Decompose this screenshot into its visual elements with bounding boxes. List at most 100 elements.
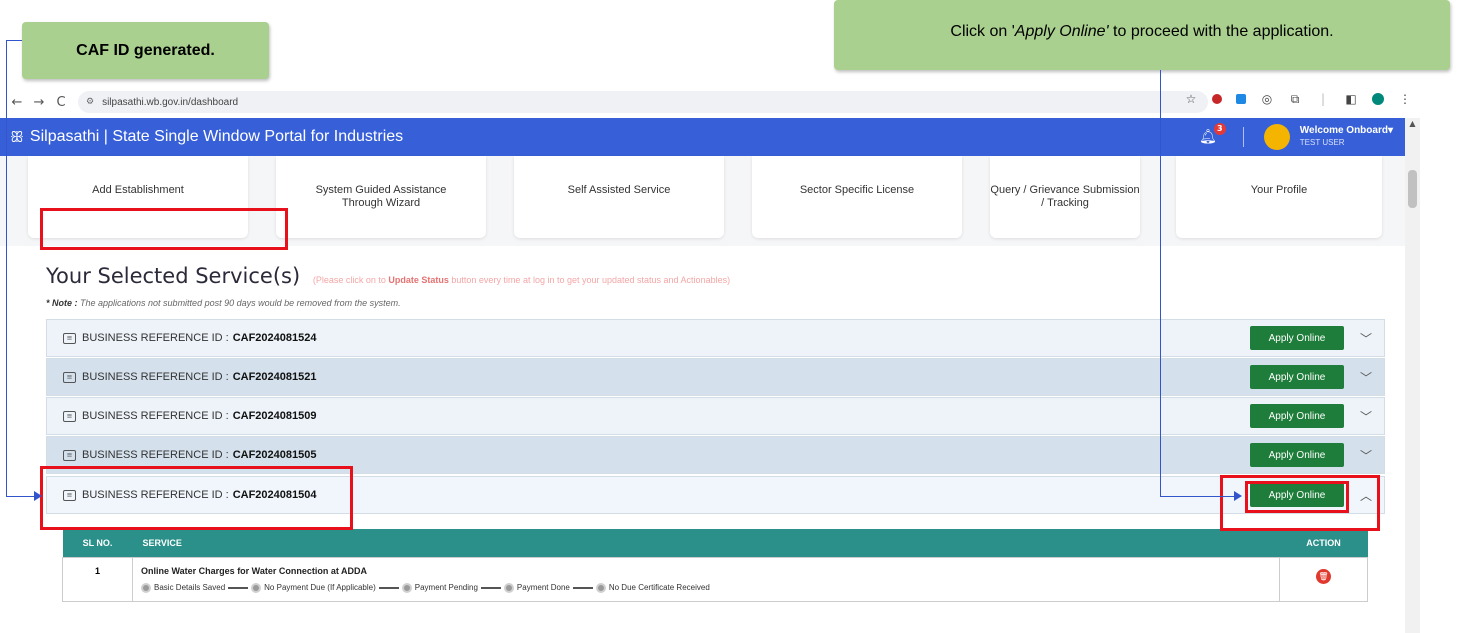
connector-line [6, 40, 7, 496]
sidepanel-icon[interactable]: ◧ [1344, 92, 1358, 106]
profile-icon[interactable] [1372, 93, 1384, 105]
extensions-puzzle-icon[interactable]: ⧉ [1288, 92, 1302, 106]
col-sl-no: SL NO. [62, 529, 133, 557]
card-guided-assistance[interactable]: System Guided Assistance Through Wizard [276, 156, 486, 238]
row-label: BUSINESS REFERENCE ID : [82, 449, 229, 461]
business-row[interactable]: ≡ BUSINESS REFERENCE ID : CAF2024081509 … [46, 397, 1385, 435]
callout-apply-suffix: to proceed with the application. [1108, 23, 1334, 40]
header-divider [1242, 127, 1244, 147]
portal-title: Silpasathi | State Single Window Portal … [29, 128, 404, 145]
scroll-up-icon[interactable]: ▲ [1405, 118, 1420, 130]
chevron-down-icon[interactable]: ﹀ [1360, 330, 1372, 347]
connector-line [6, 496, 36, 497]
menu-kebab-icon[interactable]: ⋮ [1398, 92, 1412, 106]
extension-icon[interactable] [1236, 94, 1246, 104]
apply-online-button[interactable]: Apply Online [1250, 365, 1344, 389]
status-step: Payment Pending [414, 583, 478, 592]
row-caf-id: CAF2024081521 [232, 371, 317, 383]
header-right: 🔔︎ 3 Welcome Onboard▾ TEST USER [1199, 123, 1393, 150]
apply-online-button[interactable]: Apply Online [1250, 443, 1344, 467]
browser-toolbar: ← → C ⚙ silpasathi.wb.gov.in/dashboard ☆… [0, 86, 1420, 118]
table-row: 1 Online Water Charges for Water Connect… [62, 556, 1368, 602]
brand[interactable]: ꕥ Silpasathi | State Single Window Porta… [0, 128, 403, 146]
bookmark-star-icon[interactable]: ☆ [1184, 92, 1198, 106]
section-note: * Note : The applications not submitted … [46, 298, 401, 308]
status-step: No Payment Due (If Applicable) [264, 583, 376, 592]
chevron-down-icon[interactable]: ﹀ [1360, 369, 1372, 386]
status-step: Payment Done [516, 583, 570, 592]
stage: ← → C ⚙ silpasathi.wb.gov.in/dashboard ☆… [0, 0, 1470, 633]
user-menu[interactable]: Welcome Onboard▾ TEST USER [1300, 125, 1393, 149]
step-dot-icon [251, 582, 262, 593]
card-query-grievance[interactable]: Query / Grievance Submission / Tracking [990, 156, 1140, 238]
silpasathi-logo-icon: ꕥ [10, 128, 24, 146]
col-service: SERVICE [132, 529, 1280, 557]
step-connector [378, 586, 399, 589]
welcome-text: Welcome Onboard [1299, 125, 1388, 136]
chevron-down-icon[interactable]: ﹀ [1360, 408, 1372, 425]
card-sector-license[interactable]: Sector Specific License [752, 156, 962, 238]
status-step: No Due Certificate Received [608, 583, 710, 592]
forward-button[interactable]: → [28, 95, 50, 110]
apply-online-button[interactable]: Apply Online [1250, 326, 1344, 350]
list-icon: ≡ [63, 371, 76, 383]
highlight-box-empty [40, 208, 288, 250]
row-label: BUSINESS REFERENCE ID : [82, 410, 229, 422]
reload-button[interactable]: C [50, 95, 72, 110]
callout-apply-prefix: Click on ' [950, 23, 1015, 40]
note-text: The applications not submitted post 90 d… [77, 298, 401, 308]
card-your-profile[interactable]: Your Profile [1176, 156, 1382, 238]
hint-text: (Please click on to [312, 275, 389, 285]
row-caf-id: CAF2024081509 [232, 410, 317, 422]
user-avatar[interactable] [1263, 124, 1290, 150]
row-caf-id: CAF2024081505 [232, 449, 317, 461]
extension-icon[interactable]: ◎ [1260, 92, 1274, 106]
status-tracker: Basic Details Saved No Payment Due (If A… [141, 582, 1271, 593]
card-self-assisted[interactable]: Self Assisted Service [514, 156, 724, 238]
col-action: ACTION [1279, 529, 1368, 557]
row-label: BUSINESS REFERENCE ID : [82, 371, 229, 383]
scrollbar-thumb[interactable] [1408, 170, 1417, 208]
connector-line [1160, 496, 1236, 497]
chevron-down-icon[interactable]: ﹀ [1360, 447, 1372, 464]
connector-line [6, 40, 22, 41]
delete-icon[interactable]: 🗑︎ [1316, 568, 1331, 584]
back-button[interactable]: ← [6, 95, 28, 110]
notification-bell-icon[interactable]: 🔔︎ 3 [1199, 123, 1226, 145]
hint-text-end: button every time at log in to get your … [448, 275, 731, 285]
cell-action: 🗑︎ [1279, 556, 1368, 602]
step-dot-icon [141, 582, 151, 593]
step-dot-icon [401, 582, 412, 593]
caret-down-icon: ▾ [1387, 125, 1393, 136]
business-row[interactable]: ≡ BUSINESS REFERENCE ID : CAF2024081524 … [46, 319, 1385, 357]
address-bar[interactable]: ⚙ silpasathi.wb.gov.in/dashboard [78, 91, 1208, 113]
notification-badge: 3 [1213, 123, 1226, 135]
callout-caf-text: CAF ID generated. [76, 41, 215, 59]
callout-apply-emphasis: Apply Online' [1014, 23, 1109, 40]
list-icon: ≡ [63, 332, 76, 344]
status-step: Basic Details Saved [154, 583, 226, 592]
business-row[interactable]: ≡ BUSINESS REFERENCE ID : CAF2024081521 … [46, 358, 1385, 396]
highlight-box-caf-row [40, 466, 353, 530]
cell-service: Online Water Charges for Water Connectio… [132, 556, 1280, 602]
step-dot-icon [595, 582, 606, 593]
apply-online-button[interactable]: Apply Online [1250, 404, 1344, 428]
note-label: * Note : [46, 298, 78, 308]
page-scrollbar[interactable]: ▲ [1405, 118, 1420, 633]
list-icon: ≡ [63, 449, 76, 461]
table-header-row: SL NO. SERVICE ACTION [62, 529, 1368, 557]
hint-bold: Update Status [388, 275, 449, 285]
list-icon: ≡ [63, 410, 76, 422]
arrow-right-icon [34, 491, 42, 501]
step-connector [228, 586, 249, 589]
section-hint: (Please click on to Update Status button… [313, 275, 730, 285]
step-connector [572, 586, 593, 589]
callout-apply-text: Click on 'Apply Online' to proceed with … [950, 23, 1333, 41]
step-dot-icon [503, 582, 514, 593]
site-info-icon[interactable]: ⚙ [86, 97, 94, 107]
extension-icon[interactable] [1212, 94, 1222, 104]
row-label: BUSINESS REFERENCE ID : [82, 332, 229, 344]
section-title: Your Selected Service(s) (Please click o… [46, 264, 730, 288]
browser-extension-icons: ☆ ◎ ⧉ | ◧ ⋮ [1184, 92, 1412, 106]
portal-header: ꕥ Silpasathi | State Single Window Porta… [0, 118, 1405, 156]
